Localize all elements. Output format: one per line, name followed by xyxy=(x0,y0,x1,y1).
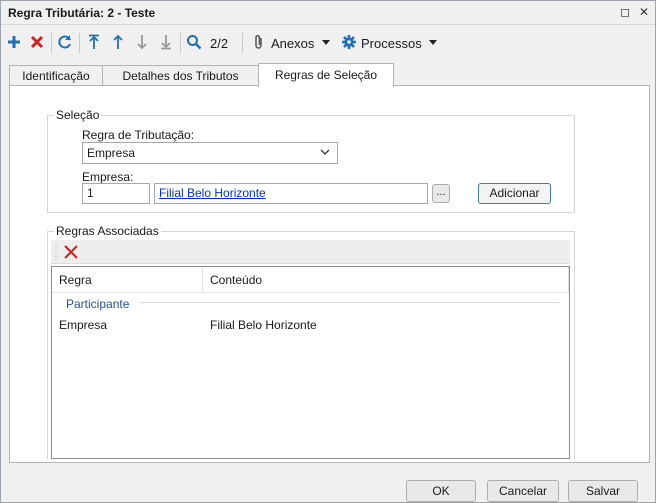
toolbar-separator xyxy=(180,33,181,53)
processes-button[interactable] xyxy=(339,32,359,52)
refresh-button[interactable] xyxy=(55,32,75,52)
toolbar-separator xyxy=(51,33,52,53)
group-row-participante[interactable]: Participante xyxy=(59,297,559,315)
chevron-down-icon[interactable] xyxy=(429,40,437,45)
rule-select[interactable]: Empresa xyxy=(82,142,338,164)
tab-regras-selecao[interactable]: Regras de Seleção xyxy=(258,63,394,87)
dialog-window: Regra Tributária: 2 - Teste ◻ ✕ 2/2 Anex… xyxy=(0,0,656,503)
selection-group: Seleção Regra de Tributação: Empresa Emp… xyxy=(47,108,575,213)
company-code-field[interactable]: 1 xyxy=(82,183,150,204)
group-divider xyxy=(139,302,559,303)
browse-company-button[interactable]: ... xyxy=(432,184,450,203)
first-record-button[interactable] xyxy=(84,32,104,52)
associated-rules-title: Regras Associadas xyxy=(54,224,161,238)
delete-x-icon xyxy=(30,35,44,49)
rule-label: Regra de Tributação: xyxy=(82,128,195,142)
attachments-button[interactable] xyxy=(249,32,269,52)
move-last-icon xyxy=(161,35,171,50)
delete-record-button[interactable] xyxy=(27,32,47,52)
move-up-icon xyxy=(113,34,123,49)
title-bar: Regra Tributária: 2 - Teste ◻ ✕ xyxy=(1,1,655,25)
add-rule-button[interactable]: Adicionar xyxy=(478,183,551,204)
plus-icon xyxy=(8,36,20,48)
close-window-button[interactable]: ✕ xyxy=(637,5,651,19)
company-label: Empresa: xyxy=(82,170,134,184)
move-down-icon xyxy=(137,35,147,50)
rule-select-value: Empresa xyxy=(87,146,136,160)
new-record-button[interactable] xyxy=(4,32,24,52)
selection-group-title: Seleção xyxy=(54,108,102,122)
move-first-icon xyxy=(89,34,99,49)
main-toolbar: 2/2 Anexos Processos xyxy=(1,27,655,57)
cancel-button[interactable]: Cancelar xyxy=(487,480,559,502)
paperclip-icon xyxy=(255,35,262,49)
toolbar-separator xyxy=(242,33,243,53)
search-button[interactable] xyxy=(184,32,204,52)
table-row[interactable]: Empresa Filial Belo Horizonte xyxy=(52,315,569,335)
chevron-down-icon xyxy=(320,149,330,155)
group-name: Participante xyxy=(66,297,130,311)
grid-header: Regra Conteúdo xyxy=(52,267,569,293)
company-name-field[interactable]: Filial Belo Horizonte xyxy=(154,183,428,204)
chevron-down-icon[interactable] xyxy=(322,40,330,45)
gear-icon xyxy=(342,35,356,49)
tab-panel: Seleção Regra de Tributação: Empresa Emp… xyxy=(9,85,650,463)
column-header-conteudo[interactable]: Conteúdo xyxy=(203,267,569,293)
save-button[interactable]: Salvar xyxy=(568,480,638,502)
column-header-regra[interactable]: Regra xyxy=(52,267,203,293)
associated-rules-group: Regras Associadas Regra Conteúdo Partici… xyxy=(47,224,575,459)
next-record-button[interactable] xyxy=(132,32,152,52)
associated-rules-grid: Regra Conteúdo Participante Empresa Fili… xyxy=(51,266,570,459)
toolbar-separator xyxy=(79,33,80,53)
record-counter: 2/2 xyxy=(210,36,229,51)
remove-rule-button[interactable] xyxy=(63,244,79,260)
dialog-footer: OK Cancelar Salvar xyxy=(1,463,655,503)
ok-button[interactable]: OK xyxy=(406,480,476,502)
tab-identificacao[interactable]: Identificação xyxy=(9,65,103,86)
attachments-label[interactable]: Anexos xyxy=(271,36,314,51)
maximize-button[interactable]: ◻ xyxy=(618,5,632,19)
tab-detalhes-tributos[interactable]: Detalhes dos Tributos xyxy=(102,65,259,86)
delete-x-icon xyxy=(64,245,78,259)
search-icon xyxy=(187,35,202,50)
window-title: Regra Tributária: 2 - Teste xyxy=(8,6,156,20)
cell-regra: Empresa xyxy=(59,318,108,332)
last-record-button[interactable] xyxy=(156,32,176,52)
refresh-icon xyxy=(58,35,71,49)
grip-icon xyxy=(55,244,57,260)
cell-conteudo: Filial Belo Horizonte xyxy=(210,318,317,332)
company-name-link[interactable]: Filial Belo Horizonte xyxy=(159,186,266,200)
processes-label[interactable]: Processos xyxy=(361,36,422,51)
previous-record-button[interactable] xyxy=(108,32,128,52)
grid-toolbar xyxy=(51,240,570,264)
